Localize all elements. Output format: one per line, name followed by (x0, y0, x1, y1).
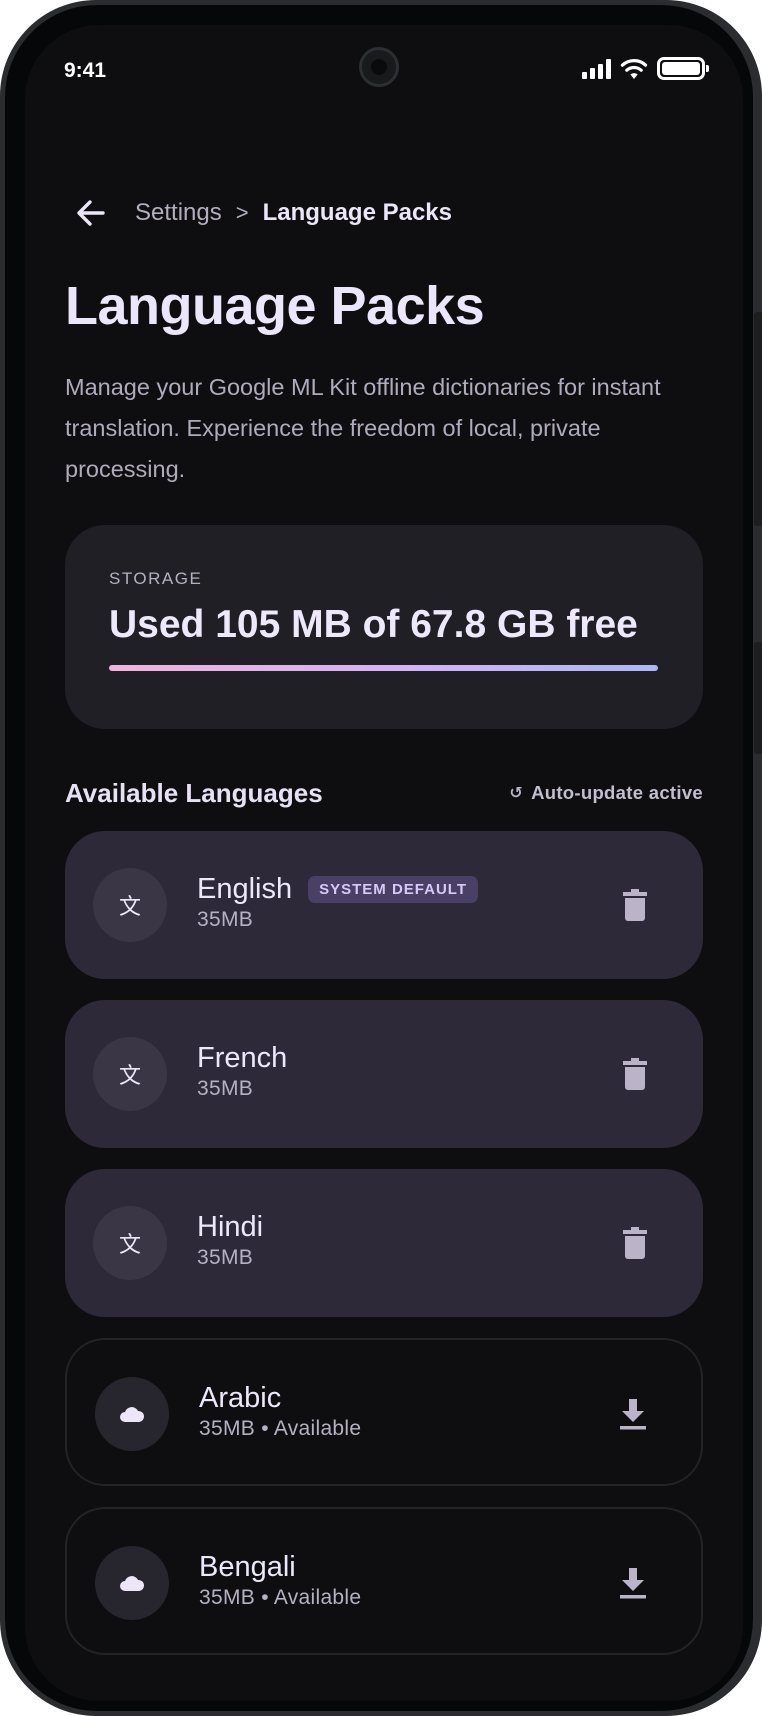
battery-icon (657, 57, 709, 80)
delete-icon (623, 1227, 647, 1259)
status-icons (582, 57, 709, 80)
system-default-badge: SYSTEM DEFAULT (308, 876, 479, 903)
section-title: Available Languages (65, 777, 323, 808)
delete-button[interactable] (613, 881, 657, 929)
language-avatar: 文 (93, 868, 167, 942)
language-name: Arabic (199, 1382, 282, 1414)
delete-icon (623, 889, 647, 921)
delete-button[interactable] (613, 1050, 657, 1098)
delete-icon (623, 1058, 647, 1090)
language-avatar: 文 (93, 1206, 167, 1280)
language-card-bengali[interactable]: Bengali 35MB • Available (65, 1507, 703, 1655)
delete-button[interactable] (613, 1219, 657, 1267)
language-name: Bengali (199, 1551, 296, 1583)
wifi-icon (620, 58, 648, 79)
language-card-french[interactable]: 文 French 35MB (65, 1000, 703, 1148)
download-icon (620, 1399, 646, 1430)
back-button[interactable] (65, 187, 117, 239)
page-description: Manage your Google ML Kit offline dictio… (65, 374, 661, 482)
download-button[interactable] (611, 1390, 655, 1438)
cloud-icon (120, 1576, 145, 1591)
storage-progress-bar (109, 665, 658, 671)
language-size: 35MB (197, 1246, 254, 1269)
screen: 9:41 Settings > Language Packs Language … (25, 25, 743, 1701)
front-camera (359, 47, 399, 87)
auto-update-label: Auto-update active (531, 782, 703, 803)
download-button[interactable] (611, 1559, 655, 1607)
phone-frame: 9:41 Settings > Language Packs Language … (0, 0, 762, 1716)
breadcrumb-current: Language Packs (262, 199, 452, 226)
language-name: French (197, 1042, 288, 1074)
power-button (754, 642, 762, 754)
arrow-back-icon (77, 200, 105, 226)
language-avatar: 文 (93, 1037, 167, 1111)
language-size: 35MB • Available (199, 1417, 362, 1440)
refresh-icon: ↺ (509, 785, 524, 802)
language-avatar (95, 1546, 169, 1620)
storage-value: Used 105 MB of 67.8 GB free (109, 603, 638, 646)
language-size: 35MB (197, 908, 254, 931)
phone-bezel: 9:41 Settings > Language Packs Language … (5, 5, 753, 1711)
auto-update-status: ↺ Auto-update active (509, 782, 703, 804)
status-bar: 9:41 (25, 25, 743, 115)
page-title: Language Packs (65, 276, 485, 336)
translate-icon: 文 (118, 1064, 141, 1089)
storage-card: STORAGE Used 105 MB of 67.8 GB free (65, 525, 703, 729)
language-name: English (197, 873, 293, 905)
translate-icon: 文 (118, 895, 141, 920)
language-size: 35MB • Available (199, 1586, 362, 1609)
language-card-english[interactable]: 文 English SYSTEM DEFAULT 35MB (65, 831, 703, 979)
cellular-signal-icon (582, 58, 611, 79)
language-size: 35MB (197, 1077, 254, 1100)
language-card-hindi[interactable]: 文 Hindi 35MB (65, 1169, 703, 1317)
language-card-arabic[interactable]: Arabic 35MB • Available (65, 1338, 703, 1486)
language-avatar (95, 1377, 169, 1451)
status-time: 9:41 (64, 59, 107, 82)
language-name: Hindi (197, 1211, 264, 1243)
storage-label: STORAGE (109, 569, 203, 588)
section-header: Available Languages ↺ Auto-update active (65, 773, 703, 813)
cloud-icon (120, 1407, 145, 1422)
breadcrumb-settings[interactable]: Settings (135, 199, 222, 227)
volume-button (754, 312, 762, 526)
breadcrumb-separator: > (235, 200, 249, 225)
top-app-bar: Settings > Language Packs (65, 185, 452, 241)
download-icon (620, 1568, 646, 1599)
translate-icon: 文 (118, 1233, 141, 1258)
